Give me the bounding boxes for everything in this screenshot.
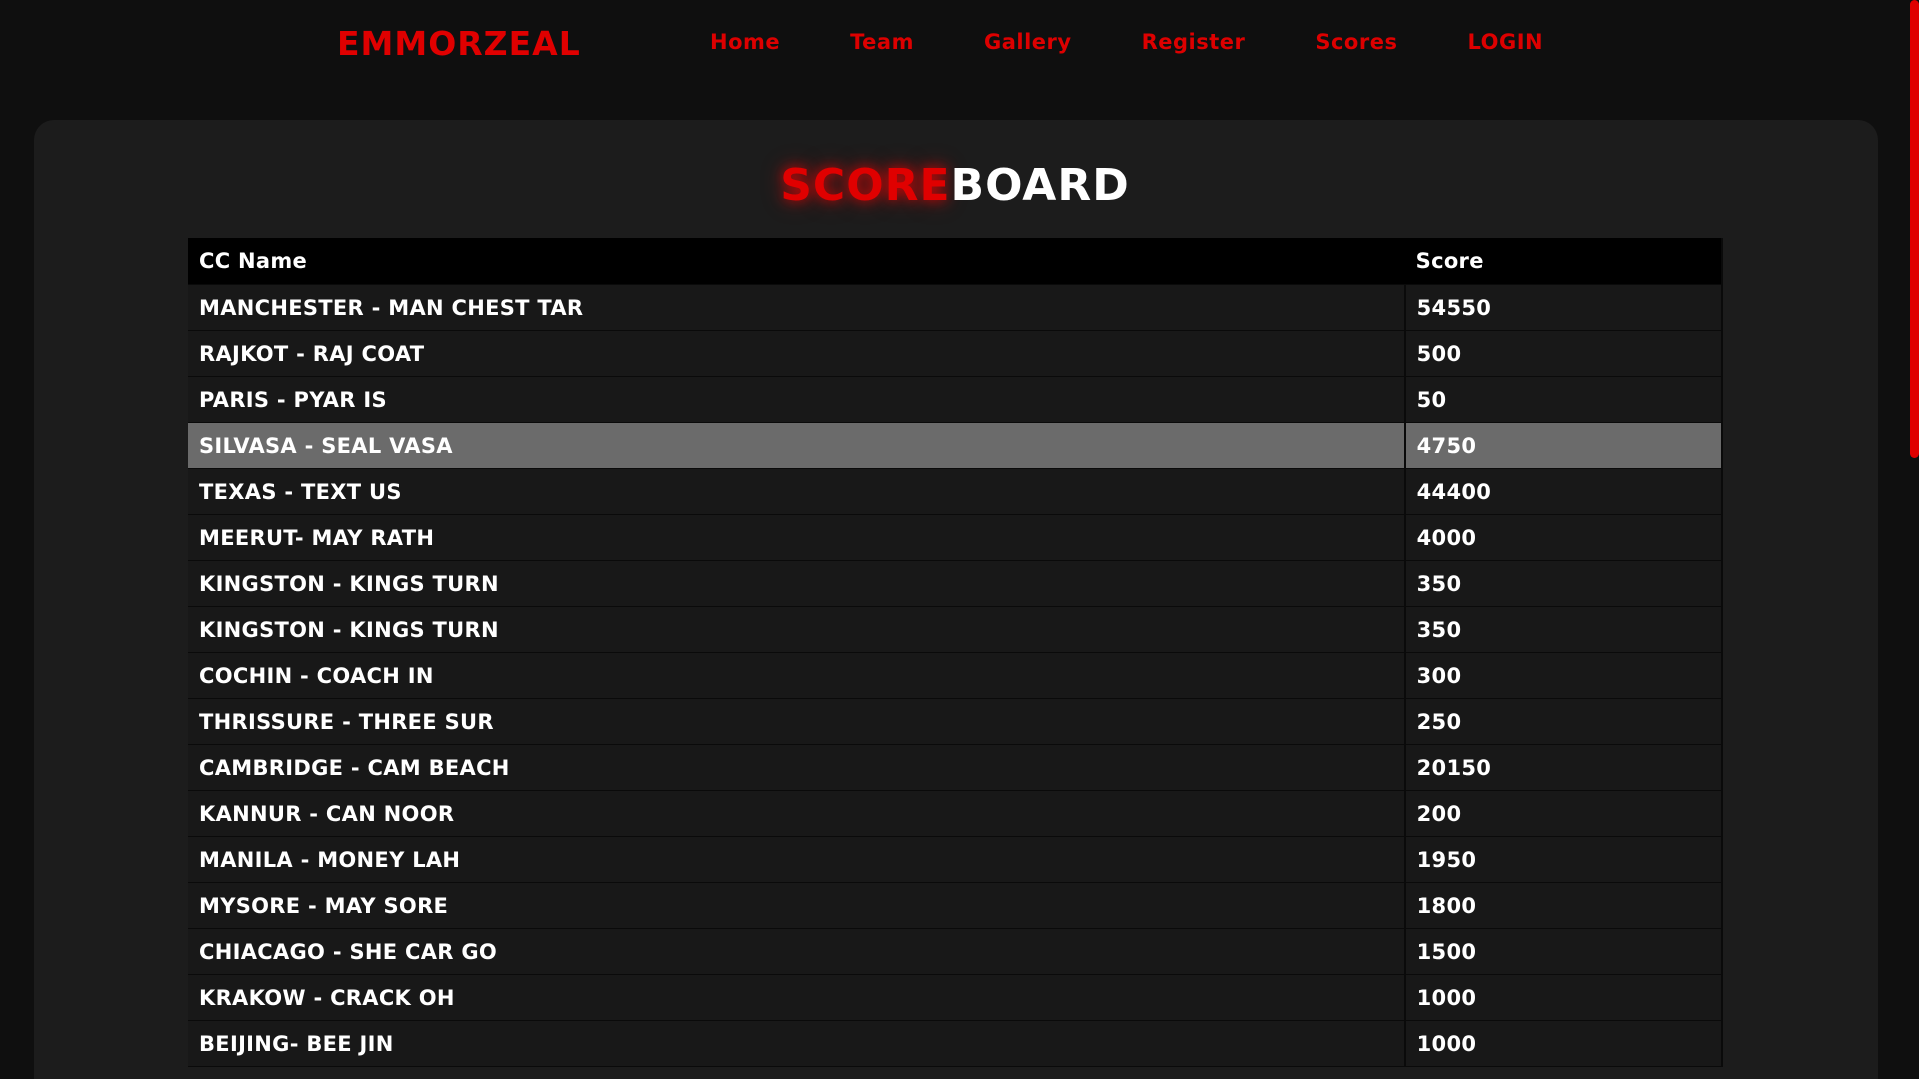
cc-name-cell: MANCHESTER - MAN CHEST TAR <box>188 284 1406 331</box>
scoreboard-title: SCOREBOARD <box>0 160 1910 211</box>
cc-name-cell: CAMBRIDGE - CAM BEACH <box>188 744 1406 791</box>
score-cell: 1950 <box>1404 836 1724 883</box>
column-header-score: Score <box>1404 238 1724 285</box>
page-scrollbar[interactable] <box>1909 0 1919 1079</box>
table-row: MANCHESTER - MAN CHEST TAR 54550 <box>188 284 1724 331</box>
table-row: CHIACAGO - SHE CAR GO 1500 <box>188 928 1724 975</box>
brand-logo[interactable]: EMMORZEAL <box>337 24 581 63</box>
table-row: KINGSTON - KINGS TURN 350 <box>188 606 1724 653</box>
table-row: BEIJING- BEE JIN 1000 <box>188 1020 1724 1067</box>
nav-link-team[interactable]: Team <box>850 30 914 54</box>
column-header-cc-name: CC Name <box>188 238 1405 285</box>
cc-name-cell: KRAKOW - CRACK OH <box>188 974 1406 1021</box>
nav-link-scores[interactable]: Scores <box>1315 30 1397 54</box>
score-cell: 250 <box>1404 698 1724 745</box>
score-cell: 300 <box>1404 652 1724 699</box>
cc-name-cell: PARIS - PYAR IS <box>188 376 1406 423</box>
cc-name-cell: KINGSTON - KINGS TURN <box>188 560 1406 607</box>
cc-name-cell: TEXAS - TEXT US <box>188 468 1406 515</box>
cc-name-cell: SILVASA - SEAL VASA <box>188 422 1406 469</box>
cc-name-cell: THRISSURE - THREE SUR <box>188 698 1406 745</box>
table-row: KRAKOW - CRACK OH 1000 <box>188 974 1724 1021</box>
table-row: TEXAS - TEXT US 44400 <box>188 468 1724 515</box>
nav-link-login[interactable]: LOGIN <box>1467 30 1543 54</box>
page: EMMORZEAL Home Team Gallery Register Sco… <box>0 0 1919 1079</box>
cc-name-cell: MEERUT- MAY RATH <box>188 514 1406 561</box>
score-cell: 44400 <box>1404 468 1724 515</box>
scrollbar-thumb[interactable] <box>1910 0 1919 458</box>
cc-name-cell: MYSORE - MAY SORE <box>188 882 1406 929</box>
cc-name-cell: KINGSTON - KINGS TURN <box>188 606 1406 653</box>
cc-name-cell: KANNUR - CAN NOOR <box>188 790 1406 837</box>
table-header-row: CC Name Score <box>188 238 1724 285</box>
cc-name-cell: BEIJING- BEE JIN <box>188 1020 1406 1067</box>
score-cell: 54550 <box>1404 284 1724 331</box>
score-cell: 200 <box>1404 790 1724 837</box>
navbar: EMMORZEAL Home Team Gallery Register Sco… <box>0 0 1900 90</box>
cc-name-cell: CHIACAGO - SHE CAR GO <box>188 928 1406 975</box>
table-row: MANILA - MONEY LAH 1950 <box>188 836 1724 883</box>
nav-links: Home Team Gallery Register Scores LOGIN <box>710 30 1543 54</box>
score-cell: 1500 <box>1404 928 1724 975</box>
score-cell: 1800 <box>1404 882 1724 929</box>
table-row: KINGSTON - KINGS TURN 350 <box>188 560 1724 607</box>
table-row: MEERUT- MAY RATH 4000 <box>188 514 1724 561</box>
score-table: CC Name Score MANCHESTER - MAN CHEST TAR… <box>188 238 1724 1067</box>
score-cell: 350 <box>1404 606 1724 653</box>
scoreboard-title-rest: BOARD <box>950 160 1130 211</box>
scoreboard-title-accent: SCORE <box>780 160 951 211</box>
score-cell: 4750 <box>1404 422 1724 469</box>
score-cell: 50 <box>1404 376 1724 423</box>
score-cell: 500 <box>1404 330 1724 377</box>
table-row: CAMBRIDGE - CAM BEACH 20150 <box>188 744 1724 791</box>
score-cell: 20150 <box>1404 744 1724 791</box>
score-cell: 1000 <box>1404 974 1724 1021</box>
table-row: KANNUR - CAN NOOR 200 <box>188 790 1724 837</box>
table-row: RAJKOT - RAJ COAT 500 <box>188 330 1724 377</box>
score-cell: 1000 <box>1404 1020 1724 1067</box>
cc-name-cell: MANILA - MONEY LAH <box>188 836 1406 883</box>
table-row: MYSORE - MAY SORE 1800 <box>188 882 1724 929</box>
cc-name-cell: COCHIN - COACH IN <box>188 652 1406 699</box>
cc-name-cell: RAJKOT - RAJ COAT <box>188 330 1406 377</box>
score-cell: 4000 <box>1404 514 1724 561</box>
score-cell: 350 <box>1404 560 1724 607</box>
table-row: THRISSURE - THREE SUR 250 <box>188 698 1724 745</box>
nav-link-home[interactable]: Home <box>710 30 780 54</box>
table-row: PARIS - PYAR IS 50 <box>188 376 1724 423</box>
table-row: COCHIN - COACH IN 300 <box>188 652 1724 699</box>
nav-link-gallery[interactable]: Gallery <box>984 30 1072 54</box>
table-row-hovered: SILVASA - SEAL VASA 4750 <box>188 422 1724 469</box>
nav-link-register[interactable]: Register <box>1142 30 1246 54</box>
